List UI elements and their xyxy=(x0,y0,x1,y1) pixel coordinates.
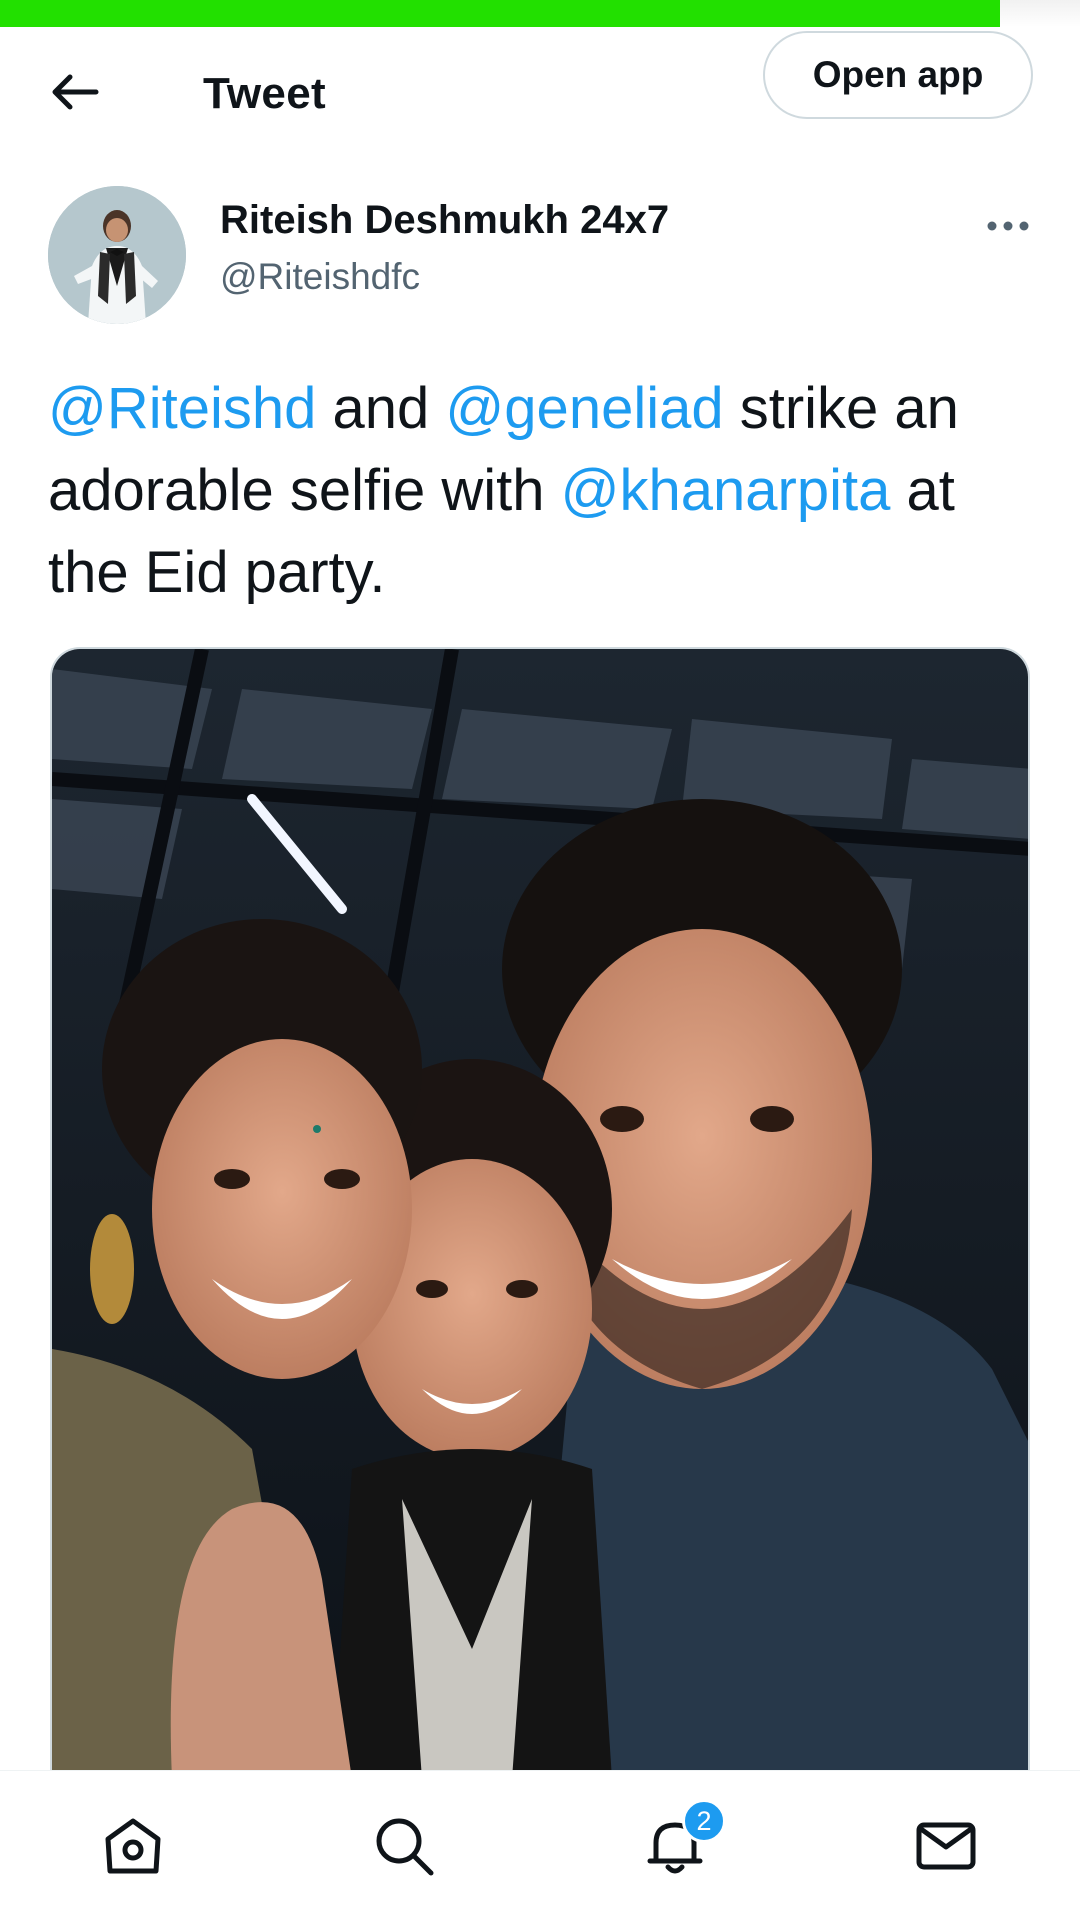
home-icon xyxy=(105,1818,161,1874)
page-title: Tweet xyxy=(203,69,326,118)
avatar[interactable] xyxy=(48,186,186,324)
author-display-name[interactable]: Riteish Deshmukh 24x7 xyxy=(220,198,669,243)
page-load-progress-bar xyxy=(0,0,1080,27)
open-app-button[interactable]: Open app xyxy=(763,31,1033,119)
mention-link[interactable]: @geneliad xyxy=(445,376,723,441)
page-load-progress-fill xyxy=(0,0,1001,27)
tweet-author-row: Riteish Deshmukh 24x7 @Riteishdfc xyxy=(48,186,1038,326)
nav-messages-button[interactable] xyxy=(901,1801,991,1891)
nav-home-button[interactable] xyxy=(88,1801,178,1891)
top-app-bar: Tweet Open app xyxy=(0,27,1080,147)
search-icon xyxy=(376,1818,434,1876)
mention-link[interactable]: @Riteishd xyxy=(48,376,316,441)
more-options-button[interactable] xyxy=(978,206,1038,246)
nav-notifications-button[interactable]: 2 xyxy=(630,1799,726,1891)
mention-link[interactable]: @khanarpita xyxy=(561,458,891,523)
notification-count-badge: 2 xyxy=(682,1799,726,1843)
arrow-left-icon xyxy=(52,74,99,110)
more-horizontal-icon xyxy=(987,221,1029,231)
avatar-image xyxy=(48,186,186,324)
bottom-navigation-bar: 2 xyxy=(0,1770,1080,1921)
mail-icon xyxy=(916,1822,976,1870)
tweet-media-photo[interactable] xyxy=(50,647,1030,1777)
author-handle[interactable]: @Riteishdfc xyxy=(220,256,420,298)
photo-image xyxy=(52,649,1028,1777)
tweet-text: @Riteishd and @geneliad strike an adorab… xyxy=(48,376,959,605)
back-button[interactable] xyxy=(40,57,110,127)
nav-search-button[interactable] xyxy=(359,1801,449,1891)
